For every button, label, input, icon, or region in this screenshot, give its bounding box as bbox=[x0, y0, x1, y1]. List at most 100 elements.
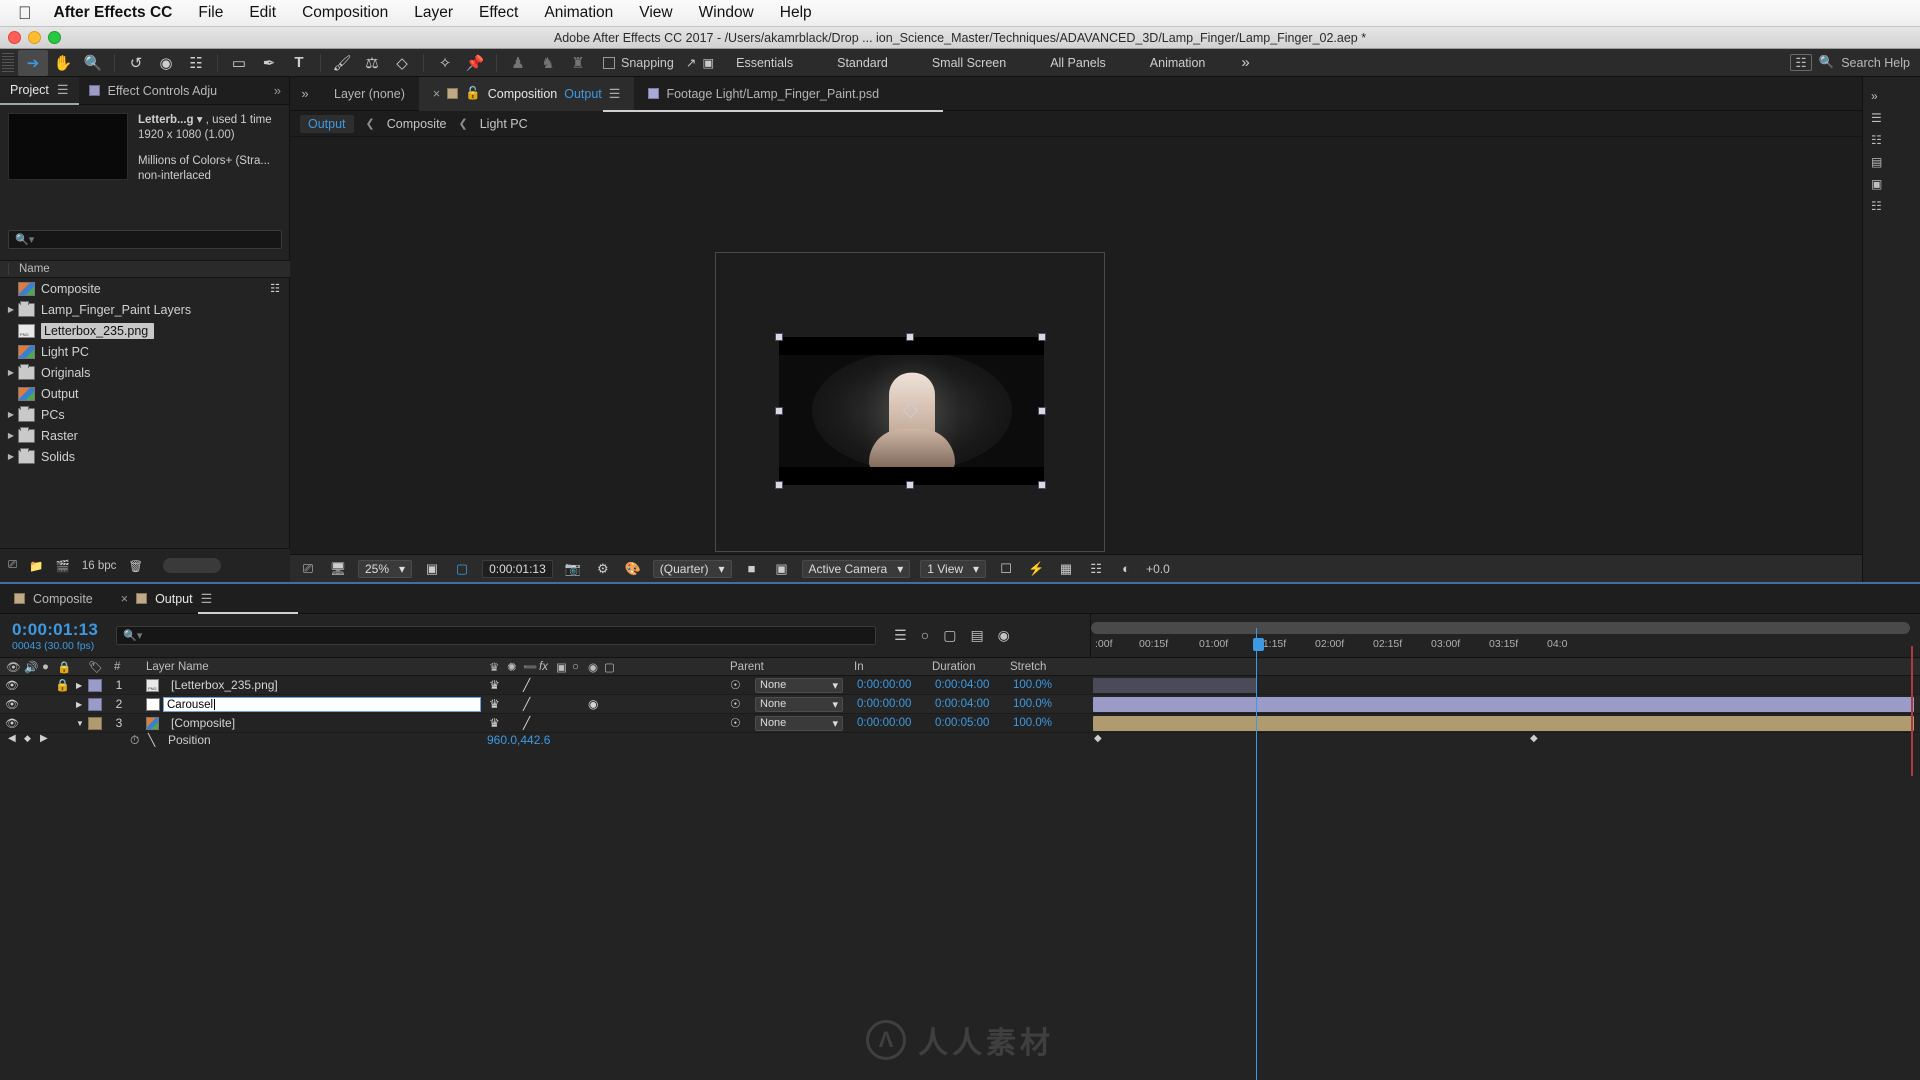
layer-track-bar[interactable] bbox=[1093, 678, 1256, 693]
rotation-tool[interactable]: ↺ bbox=[121, 50, 151, 76]
snapping-toggle[interactable]: Snapping ↗ ▣ bbox=[603, 55, 714, 70]
snapshot-icon[interactable]: 📷 bbox=[563, 561, 583, 577]
puppet-starch-tool[interactable]: ♞ bbox=[533, 50, 563, 76]
list-item[interactable]: ▶ Originals bbox=[0, 362, 290, 383]
column-header-number[interactable]: # bbox=[114, 661, 120, 673]
selection-handle[interactable] bbox=[1038, 333, 1046, 341]
disclosure-triangle-icon[interactable]: ▶ bbox=[76, 700, 82, 709]
motion-blur-icon[interactable]: ○ bbox=[921, 627, 929, 644]
monitor-icon[interactable]: 🖥 bbox=[328, 561, 348, 577]
timeline-ruler[interactable]: :00f 00:15f 01:00f 01:15f 02:00f 02:15f … bbox=[1090, 614, 1920, 658]
pan-behind-tool[interactable]: ☷ bbox=[181, 50, 211, 76]
table-row[interactable]: 👁 ▼ 3 [Composite] ♛ ╱ ☉ None ▾ 0:00:00:0… bbox=[0, 714, 1920, 733]
column-header-name[interactable]: Name bbox=[8, 263, 50, 275]
disclosure-triangle-icon[interactable]: ▶ bbox=[4, 368, 18, 377]
tab-project[interactable]: Project ☰ bbox=[0, 76, 79, 105]
menu-item-layer[interactable]: Layer bbox=[414, 4, 453, 22]
always-preview-icon[interactable]: ⎚ bbox=[298, 561, 318, 577]
search-help-placeholder[interactable]: Search Help bbox=[1841, 56, 1910, 70]
layer-name[interactable]: [Letterbox_235.png] bbox=[146, 678, 278, 692]
shy-layers-icon[interactable]: ◉ bbox=[998, 627, 1010, 644]
new-composition-icon[interactable]: 🎬 bbox=[56, 559, 70, 573]
current-time-display[interactable]: 0:00:01:13 00043 (30.00 fps) bbox=[12, 620, 98, 652]
column-header-in[interactable]: In bbox=[854, 661, 864, 673]
selection-handle[interactable] bbox=[906, 481, 914, 489]
workspace-animation[interactable]: Animation bbox=[1128, 56, 1228, 70]
roto-brush-tool[interactable]: ✧ bbox=[430, 50, 460, 76]
zoom-level-dropdown[interactable]: 25% ▾ bbox=[358, 559, 413, 578]
layer-label-color[interactable] bbox=[88, 697, 102, 711]
eraser-tool[interactable]: ◇ bbox=[387, 50, 417, 76]
keyframe-diamond[interactable]: ◆ bbox=[1530, 733, 1538, 744]
tab-output[interactable]: × Output ☰ bbox=[107, 584, 227, 614]
layer-track-bar[interactable] bbox=[1093, 697, 1914, 712]
selection-handle[interactable] bbox=[775, 333, 783, 341]
graph-editor-icon[interactable]: ╲ bbox=[148, 733, 155, 747]
playhead-line[interactable] bbox=[1256, 628, 1257, 1080]
parent-dropdown[interactable]: None ▾ bbox=[755, 677, 843, 693]
layer-track-bar[interactable] bbox=[1093, 716, 1914, 731]
layer-in-point[interactable]: 0:00:00:00 bbox=[857, 717, 911, 729]
property-value[interactable]: 960.0,442.6 bbox=[487, 733, 550, 747]
selection-handle[interactable] bbox=[906, 333, 914, 341]
selection-handle[interactable] bbox=[775, 481, 783, 489]
panel-menu-icon[interactable]: ☰ bbox=[57, 82, 69, 98]
close-window-button[interactable] bbox=[8, 31, 21, 44]
tab-footage[interactable]: Footage Light/Lamp_Finger_Paint.psd bbox=[634, 77, 893, 111]
menu-item-animation[interactable]: Animation bbox=[544, 4, 613, 22]
parent-pick-whip-icon[interactable]: ☉ bbox=[730, 697, 741, 711]
snap-bounds-icon[interactable]: ▣ bbox=[702, 55, 714, 70]
layer-in-point[interactable]: 0:00:00:00 bbox=[857, 698, 911, 710]
menu-item-help[interactable]: Help bbox=[780, 4, 812, 22]
workspace-standard[interactable]: Standard bbox=[815, 56, 910, 70]
layer-lock-toggle[interactable]: 🔒 bbox=[55, 678, 70, 692]
playhead-marker[interactable] bbox=[1253, 638, 1264, 651]
disclosure-triangle-icon[interactable]: ▼ bbox=[76, 719, 84, 728]
keyframe-prev-icon[interactable]: ◀ bbox=[8, 733, 16, 744]
parent-switch-icon[interactable]: ♛ bbox=[489, 716, 500, 730]
parent-pick-whip-icon[interactable]: ☉ bbox=[730, 716, 741, 730]
quality-switch-icon[interactable]: ╱ bbox=[523, 697, 530, 711]
toolbar-grip[interactable] bbox=[2, 52, 14, 73]
quality-switch-icon[interactable]: ╱ bbox=[523, 716, 530, 730]
layer-in-point[interactable]: 0:00:00:00 bbox=[857, 679, 911, 691]
new-folder-icon[interactable]: 📁 bbox=[29, 559, 43, 573]
parent-dropdown[interactable]: None ▾ bbox=[755, 715, 843, 731]
menu-item-file[interactable]: File bbox=[198, 4, 223, 22]
views-dropdown[interactable]: 1 View ▾ bbox=[920, 559, 987, 578]
layer-visibility-toggle[interactable]: 👁 bbox=[5, 698, 19, 711]
keyframe-next-icon[interactable]: ▶ bbox=[40, 733, 48, 744]
menu-item-edit[interactable]: Edit bbox=[249, 4, 276, 22]
list-item[interactable]: ▶ Raster bbox=[0, 425, 290, 446]
zoom-tool[interactable]: 🔍 bbox=[78, 50, 108, 76]
stopwatch-icon[interactable]: ⏱ bbox=[130, 733, 139, 748]
disclosure-triangle-icon[interactable]: ▶ bbox=[4, 431, 18, 440]
project-search-input[interactable]: 🔍▾ bbox=[8, 230, 282, 249]
layer-label-color[interactable] bbox=[88, 716, 102, 730]
adjustment-switch-icon[interactable]: ◉ bbox=[588, 697, 598, 711]
tab-layer[interactable]: Layer (none) bbox=[320, 77, 419, 111]
list-item[interactable]: ▶ Lamp_Finger_Paint Layers bbox=[0, 299, 290, 320]
column-header-layer-name[interactable]: Layer Name bbox=[146, 661, 209, 673]
channel-icon[interactable]: 🎨 bbox=[623, 561, 643, 577]
selection-handle[interactable] bbox=[1038, 407, 1046, 415]
layer-duration[interactable]: 0:00:04:00 bbox=[935, 679, 989, 691]
layer-name-edit-field[interactable]: Carousel bbox=[163, 697, 481, 712]
rail-info-icon[interactable]: ☰ bbox=[1863, 107, 1920, 129]
column-header-stretch[interactable]: Stretch bbox=[1010, 661, 1046, 673]
layer-visibility-toggle[interactable]: 👁 bbox=[5, 717, 19, 730]
menu-item-view[interactable]: View bbox=[639, 4, 672, 22]
layer-duration[interactable]: 0:00:05:00 bbox=[935, 717, 989, 729]
timeline-search-input[interactable]: 🔍▾ bbox=[116, 626, 877, 645]
quality-switch-icon[interactable]: ╱ bbox=[523, 678, 530, 692]
snapping-checkbox[interactable] bbox=[603, 56, 615, 69]
layer-visibility-toggle[interactable]: 👁 bbox=[5, 679, 19, 692]
close-icon[interactable]: × bbox=[121, 592, 128, 606]
region-of-interest-icon[interactable]: ▢ bbox=[452, 561, 472, 577]
timeline-icon[interactable]: ▦ bbox=[1056, 561, 1076, 577]
grid-guides-icon[interactable]: ▣ bbox=[422, 561, 442, 577]
type-tool[interactable]: T bbox=[284, 50, 314, 76]
list-item[interactable]: Letterbox_235.png bbox=[0, 320, 290, 341]
clone-stamp-tool[interactable]: ⚖ bbox=[357, 50, 387, 76]
workspace-essentials[interactable]: Essentials bbox=[714, 56, 815, 70]
